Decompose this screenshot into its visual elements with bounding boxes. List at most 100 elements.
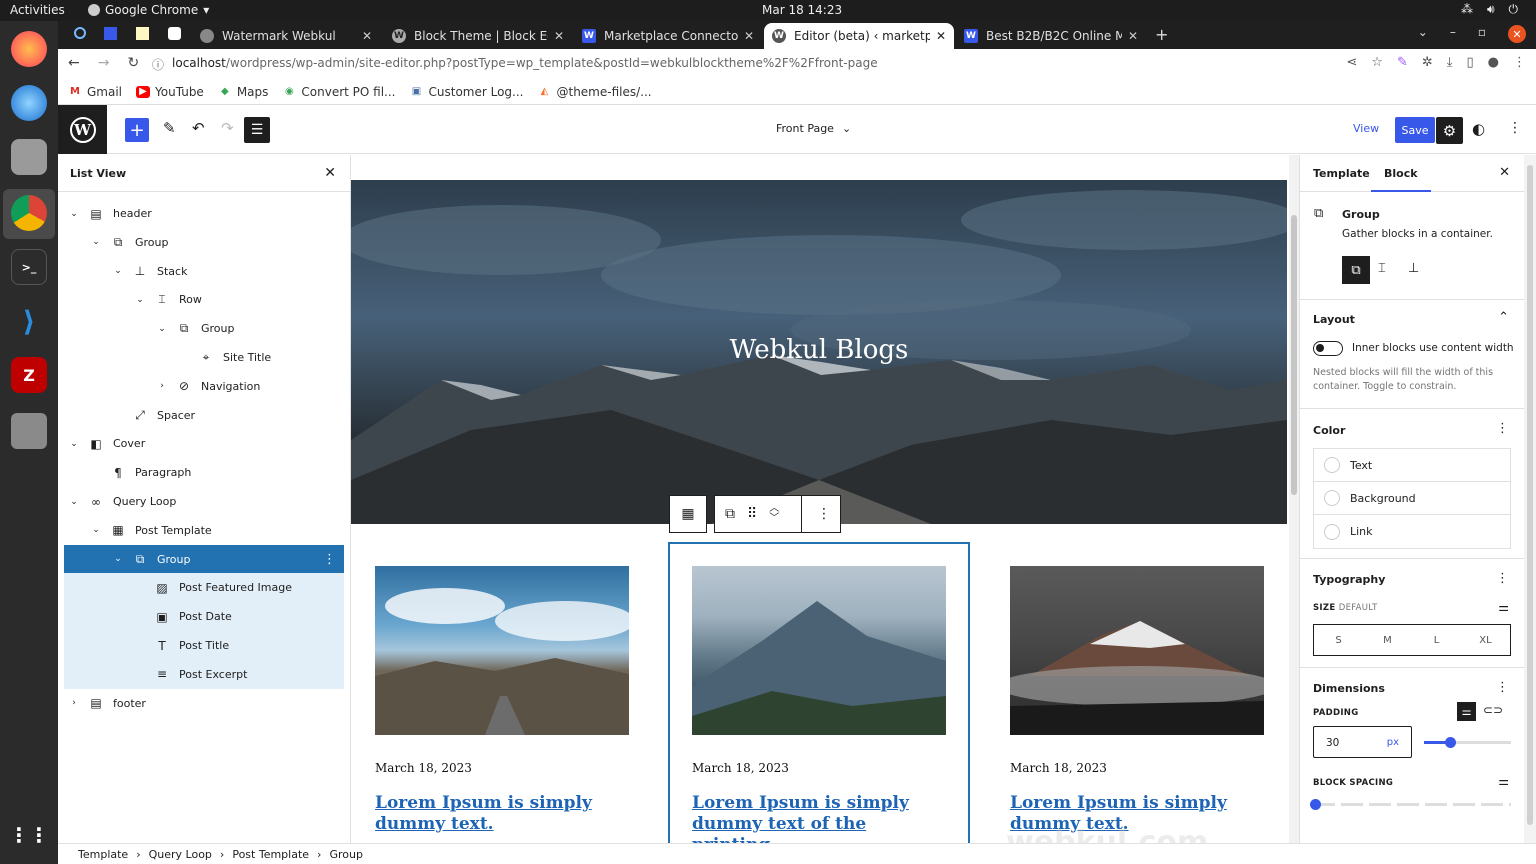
close-window-button[interactable]: ✕: [1508, 25, 1526, 43]
padding-input[interactable]: 30 px: [1313, 726, 1412, 758]
undo-icon[interactable]: ↶: [192, 119, 205, 137]
list-view-item[interactable]: ⌄ ▦ Post Template: [64, 516, 344, 545]
drag-handle-icon[interactable]: ⠿: [747, 506, 757, 522]
list-view-item[interactable]: ⌄ ⧉ Group: [64, 314, 344, 343]
block-spacing-slider[interactable]: [1310, 799, 1511, 810]
block-inserter-button[interactable]: +: [125, 118, 149, 142]
list-view-item[interactable]: ⌄ ⧉ Group ⋮: [64, 544, 344, 574]
list-view-item[interactable]: T Post Title: [64, 631, 344, 660]
breadcrumb-query-loop[interactable]: Query Loop: [149, 848, 212, 861]
list-view-item[interactable]: › ▤ footer: [64, 689, 344, 718]
bookmark-maps[interactable]: ◆ Maps: [218, 85, 268, 99]
variation-stack-button[interactable]: ⊥: [1408, 261, 1419, 276]
breadcrumb-group[interactable]: Group: [329, 848, 363, 861]
post-title[interactable]: Lorem Ipsum is simply dummy text.: [375, 793, 629, 835]
bookmark-convert[interactable]: ◉ Convert PO fil...: [282, 85, 395, 99]
post-featured-image[interactable]: [375, 566, 629, 735]
typography-options-kebab-icon[interactable]: ⋮: [1496, 571, 1509, 586]
save-button[interactable]: Save: [1395, 117, 1435, 143]
canvas-scrollbar[interactable]: [1289, 155, 1299, 843]
pinned-tab-chatgpt[interactable]: [168, 27, 181, 40]
chevron-down-icon[interactable]: ⌄: [68, 209, 80, 219]
color-item-link[interactable]: Link: [1314, 515, 1510, 548]
list-view-item[interactable]: ⌄ ∞ Query Loop: [64, 487, 344, 516]
sidebar-scrollbar[interactable]: [1524, 155, 1536, 843]
block-toolbar-parent[interactable]: ▦: [669, 495, 707, 533]
padding-slider-thumb[interactable]: [1445, 737, 1456, 748]
tab-list-icon[interactable]: ⌄: [1418, 25, 1428, 43]
download-icon[interactable]: ⤓: [1447, 55, 1453, 70]
close-tab-icon[interactable]: ✕: [744, 29, 754, 43]
chevron-right-icon[interactable]: ›: [156, 381, 168, 391]
close-tab-icon[interactable]: ✕: [936, 29, 946, 43]
new-tab-button[interactable]: +: [1155, 25, 1168, 44]
post-card[interactable]: March 18, 2023 Lorem Ipsum is simply dum…: [1010, 566, 1264, 835]
disk-icon[interactable]: [11, 413, 47, 449]
wordpress-logo-button[interactable]: W: [58, 105, 107, 154]
block-spacing-sliders-icon[interactable]: ⚌: [1498, 774, 1509, 788]
app-menu[interactable]: Google Chrome ▾: [88, 3, 209, 17]
chevron-down-icon[interactable]: ⌄: [112, 554, 124, 564]
block-options-kebab-icon[interactable]: ⋮: [817, 506, 831, 522]
terminal-icon[interactable]: >_: [11, 249, 47, 285]
link-sides-icon[interactable]: ⊂⊃: [1483, 703, 1503, 717]
color-item-text[interactable]: Text: [1314, 449, 1510, 482]
filezilla-icon[interactable]: Z: [11, 357, 47, 393]
typography-panel-title[interactable]: Typography: [1313, 573, 1385, 586]
back-icon[interactable]: ←: [68, 55, 80, 71]
close-icon[interactable]: ✕: [324, 165, 336, 181]
chevron-down-icon[interactable]: ⌄: [90, 525, 102, 535]
dimensions-panel-title[interactable]: Dimensions: [1313, 682, 1385, 695]
bookmark-gmail[interactable]: M Gmail: [68, 85, 122, 99]
vscode-icon[interactable]: ⟩: [11, 303, 47, 339]
styles-half-circle-icon[interactable]: ◐: [1472, 120, 1485, 138]
cover-block[interactable]: Webkul Blogs: [351, 180, 1287, 524]
padding-custom-sliders-icon[interactable]: ⚌: [1457, 702, 1476, 721]
custom-size-sliders-icon[interactable]: ⚌: [1498, 600, 1509, 614]
variation-group-button[interactable]: ⧉: [1342, 256, 1370, 284]
redo-icon[interactable]: ↷: [221, 119, 234, 137]
breadcrumb-post-template[interactable]: Post Template: [232, 848, 309, 861]
color-panel-title[interactable]: Color: [1313, 424, 1345, 437]
tab-b2b[interactable]: W Best B2B/B2C Online Mar ✕: [956, 23, 1146, 49]
close-tab-icon[interactable]: ✕: [362, 29, 372, 43]
chevron-right-icon[interactable]: ›: [68, 698, 80, 708]
apps-grid-icon[interactable]: ⋮⋮: [9, 817, 49, 853]
thunderbird-icon[interactable]: [11, 85, 47, 121]
list-view-item[interactable]: › ⊘ Navigation: [64, 372, 344, 401]
close-sidebar-icon[interactable]: ✕: [1499, 165, 1510, 180]
extension-pen-icon[interactable]: ✎: [1397, 55, 1408, 70]
post-featured-image[interactable]: [692, 566, 946, 735]
list-view-item[interactable]: ⌄ ⊥ Stack: [64, 257, 344, 286]
document-selector[interactable]: Front Page ⌄: [776, 122, 851, 135]
size-option-xl[interactable]: XL: [1461, 625, 1510, 655]
minimize-button[interactable]: –: [1450, 25, 1456, 43]
dimensions-options-kebab-icon[interactable]: ⋮: [1496, 680, 1509, 695]
move-up-down-icon[interactable]: ︿ ﹀: [769, 504, 779, 524]
chevron-up-icon[interactable]: ⌃: [1498, 310, 1509, 325]
tab-editor[interactable]: W Editor (beta) ‹ marketplac ✕: [764, 23, 954, 49]
list-view-item[interactable]: ⤢ Spacer: [64, 401, 344, 430]
post-title[interactable]: Lorem Ipsum is simply dummy text of the …: [692, 793, 946, 843]
activities-button[interactable]: Activities: [10, 3, 65, 17]
tab-template[interactable]: Template: [1313, 167, 1370, 180]
size-option-l[interactable]: L: [1412, 625, 1461, 655]
tab-marketplace[interactable]: W Marketplace Connectors a ✕: [574, 23, 762, 49]
chevron-down-icon[interactable]: ⌄: [90, 237, 102, 247]
breadcrumb-template[interactable]: Template: [78, 848, 128, 861]
hero-title[interactable]: Webkul Blogs: [351, 335, 1287, 365]
profile-avatar-icon[interactable]: ●: [1488, 55, 1499, 70]
bookmark-customer[interactable]: ▣ Customer Log...: [410, 85, 524, 99]
edit-tool-pencil-icon[interactable]: ✎: [163, 119, 176, 137]
list-view-item[interactable]: ≡ Post Excerpt: [64, 659, 344, 689]
item-options-kebab-icon[interactable]: ⋮: [323, 552, 336, 567]
list-view-item[interactable]: ⌖ Site Title: [64, 343, 344, 372]
system-tray[interactable]: ⁂ 🔊︎ ⏻: [1461, 2, 1518, 17]
view-button[interactable]: View: [1353, 122, 1379, 135]
tab-search-icon[interactable]: [74, 27, 86, 39]
close-tab-icon[interactable]: ✕: [554, 29, 564, 43]
list-view-item[interactable]: ▨ Post Featured Image: [64, 573, 344, 603]
content-width-toggle[interactable]: [1313, 341, 1343, 356]
clock[interactable]: Mar 18 14:23: [762, 3, 842, 17]
variation-row-button[interactable]: ⌶: [1378, 261, 1386, 276]
